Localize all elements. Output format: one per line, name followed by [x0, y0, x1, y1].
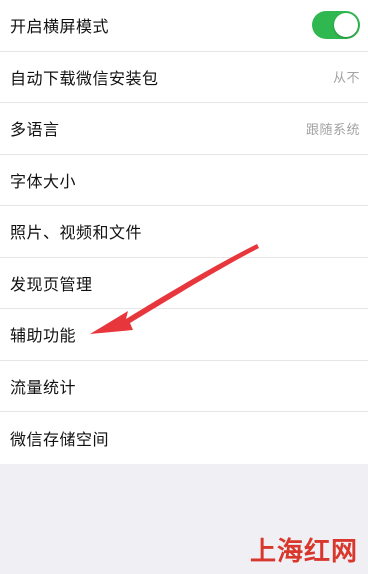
setting-label-font-size: 字体大小: [10, 171, 77, 191]
watermark-logo: 上海红网: [249, 537, 358, 567]
settings-list: 开启横屏模式 自动下载微信安装包 从不 多语言 跟随系统 字体大小 照片、视频和…: [0, 0, 368, 464]
setting-label-accessibility: 辅助功能: [10, 326, 77, 346]
setting-value-auto-download: 从不: [332, 71, 360, 87]
setting-value-language: 跟随系统: [305, 122, 360, 138]
setting-label-language: 多语言: [10, 120, 60, 140]
setting-row-font-size[interactable]: 字体大小: [0, 155, 368, 206]
setting-label-media-files: 照片、视频和文件: [10, 223, 143, 243]
setting-row-landscape-mode[interactable]: 开启横屏模式: [0, 0, 368, 52]
setting-label-discover-manage: 发现页管理: [10, 274, 93, 294]
setting-label-storage: 微信存储空间: [10, 429, 110, 449]
setting-row-data-usage[interactable]: 流量统计: [0, 361, 368, 412]
setting-row-auto-download[interactable]: 自动下载微信安装包 从不: [0, 52, 368, 103]
setting-label-data-usage: 流量统计: [10, 377, 77, 397]
setting-row-discover-manage[interactable]: 发现页管理: [0, 258, 368, 309]
setting-row-language[interactable]: 多语言 跟随系统: [0, 103, 368, 155]
setting-row-accessibility[interactable]: 辅助功能: [0, 309, 368, 361]
landscape-mode-toggle[interactable]: [312, 11, 360, 40]
setting-label-auto-download: 自动下载微信安装包: [10, 68, 159, 88]
toggle-knob: [334, 13, 358, 38]
setting-label-landscape-mode: 开启横屏模式: [10, 17, 110, 37]
setting-row-media-files[interactable]: 照片、视频和文件: [0, 206, 368, 258]
setting-row-storage[interactable]: 微信存储空间: [0, 412, 368, 464]
